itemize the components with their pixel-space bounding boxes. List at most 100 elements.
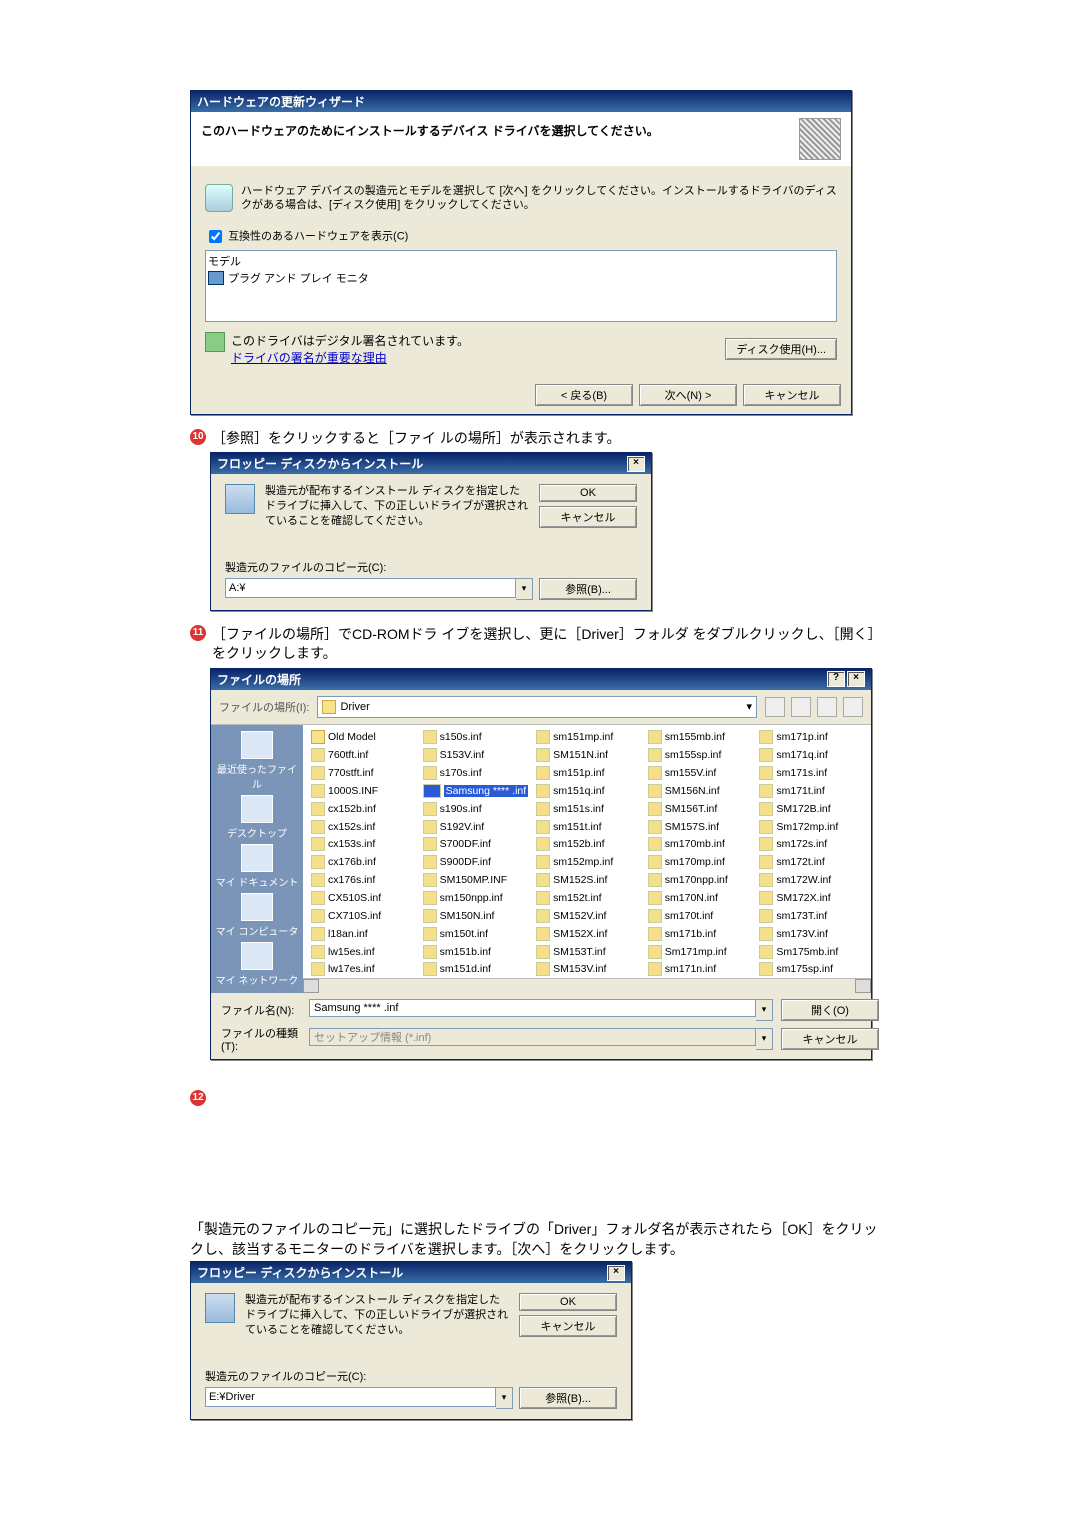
close-icon[interactable]: × xyxy=(847,671,865,687)
file-item[interactable]: sm155sp.inf xyxy=(648,747,752,764)
file-item[interactable]: sm170npp.inf xyxy=(648,872,752,889)
file-item[interactable]: sm171p.inf xyxy=(759,729,863,746)
file-item[interactable]: cx176s.inf xyxy=(311,872,415,889)
file-item[interactable]: CX510S.inf xyxy=(311,890,415,907)
file-item[interactable]: sm171t.inf xyxy=(759,782,863,799)
file-item[interactable]: S900DF.inf xyxy=(423,854,529,871)
back-button[interactable]: < 戻る(B) xyxy=(535,384,633,406)
filename-dropdown-icon[interactable]: ▾ xyxy=(756,999,773,1021)
places-item[interactable]: マイ ネットワーク xyxy=(216,942,299,987)
file-item[interactable]: sm150t.inf xyxy=(423,925,529,942)
file-item[interactable]: 770stft.inf xyxy=(311,765,415,782)
file-item[interactable]: sm173V.inf xyxy=(759,925,863,942)
close-icon[interactable]: × xyxy=(627,456,645,472)
places-item[interactable]: マイ ドキュメント xyxy=(216,844,299,889)
file-item[interactable]: s150s.inf xyxy=(423,729,529,746)
file-item[interactable]: sm172s.inf xyxy=(759,836,863,853)
close-icon[interactable]: × xyxy=(607,1265,625,1281)
file-list[interactable]: Old Models150s.infsm151mp.infsm155mb.inf… xyxy=(303,725,871,978)
file-item[interactable]: SM152V.inf xyxy=(536,907,640,924)
file-item[interactable]: cx153s.inf xyxy=(311,836,415,853)
file-item[interactable]: Sm175mb.inf xyxy=(759,943,863,960)
file-item[interactable]: sm170N.inf xyxy=(648,890,752,907)
file-item[interactable]: sm171b.inf xyxy=(648,925,752,942)
open-button[interactable]: 開く(O) xyxy=(781,999,879,1021)
file-item[interactable]: SM156T.inf xyxy=(648,800,752,817)
file-item[interactable]: Sm172mp.inf xyxy=(759,818,863,835)
browse-button[interactable]: 参照(B)... xyxy=(539,578,637,600)
file-item[interactable]: sm151s.inf xyxy=(536,800,640,817)
why-signing-link[interactable]: ドライバの署名が重要な理由 xyxy=(231,349,469,366)
file-item[interactable]: sm171q.inf xyxy=(759,747,863,764)
copy-from-dropdown-icon[interactable]: ▾ xyxy=(516,578,533,600)
file-item[interactable]: sm171s.inf xyxy=(759,765,863,782)
floppy1-cancel-button[interactable]: キャンセル xyxy=(539,506,637,528)
file-item[interactable]: sm151b.inf xyxy=(423,943,529,960)
file-item[interactable]: s170s.inf xyxy=(423,765,529,782)
file-item[interactable]: CX710S.inf xyxy=(311,907,415,924)
file-item[interactable]: SM153T.inf xyxy=(536,943,640,960)
floppy2-ok-button[interactable]: OK xyxy=(519,1293,617,1311)
cancel-button[interactable]: キャンセル xyxy=(743,384,841,406)
file-item[interactable]: sm170t.inf xyxy=(648,907,752,924)
places-item[interactable]: デスクトップ xyxy=(227,795,287,840)
file-item[interactable]: Samsung **** .inf xyxy=(423,782,529,799)
places-item[interactable]: 最近使ったファイル xyxy=(213,731,301,791)
file-item[interactable]: s190s.inf xyxy=(423,800,529,817)
new-folder-icon[interactable] xyxy=(817,697,837,717)
model-listbox[interactable]: モデル プラグ アンド プレイ モニタ xyxy=(205,250,837,322)
file-item[interactable]: SM153V.inf xyxy=(536,961,640,978)
file-item[interactable]: sm151d.inf xyxy=(423,961,529,978)
file-item[interactable]: sm175sp.inf xyxy=(759,961,863,978)
scroll-right-icon[interactable] xyxy=(855,979,871,993)
file-item[interactable]: S192V.inf xyxy=(423,818,529,835)
file-item[interactable]: sm152t.inf xyxy=(536,890,640,907)
file-item[interactable]: sm155mb.inf xyxy=(648,729,752,746)
file-item[interactable]: SM172B.inf xyxy=(759,800,863,817)
file-item[interactable]: cx152b.inf xyxy=(311,800,415,817)
file-item[interactable]: sm152b.inf xyxy=(536,836,640,853)
file-item[interactable]: SM152X.inf xyxy=(536,925,640,942)
horizontal-scrollbar[interactable] xyxy=(303,978,871,993)
have-disk-button[interactable]: ディスク使用(H)... xyxy=(725,338,837,360)
filename-input[interactable] xyxy=(309,999,756,1017)
file-item[interactable]: sm152mp.inf xyxy=(536,854,640,871)
floppy1-ok-button[interactable]: OK xyxy=(539,484,637,502)
file-item[interactable]: l18an.inf xyxy=(311,925,415,942)
compatible-hardware-checkbox[interactable] xyxy=(209,230,222,243)
file-item[interactable]: sm151p.inf xyxy=(536,765,640,782)
copy-from-input[interactable] xyxy=(225,578,516,598)
file-item[interactable]: lw17es.inf xyxy=(311,961,415,978)
file-item[interactable]: SM172X.inf xyxy=(759,890,863,907)
file-item[interactable]: sm172W.inf xyxy=(759,872,863,889)
file-item[interactable]: Old Model xyxy=(311,729,415,746)
file-item[interactable]: sm150npp.inf xyxy=(423,890,529,907)
file-item[interactable]: sm151t.inf xyxy=(536,818,640,835)
file-item[interactable]: sm170mb.inf xyxy=(648,836,752,853)
floppy2-cancel-button[interactable]: キャンセル xyxy=(519,1315,617,1337)
chevron-down-icon[interactable]: ▾ xyxy=(746,700,752,713)
file-item[interactable]: sm172t.inf xyxy=(759,854,863,871)
file-cancel-button[interactable]: キャンセル xyxy=(781,1028,879,1050)
file-item[interactable]: SM150MP.INF xyxy=(423,872,529,889)
up-folder-icon[interactable] xyxy=(791,697,811,717)
browse-button-2[interactable]: 参照(B)... xyxy=(519,1387,617,1409)
file-item[interactable]: SM157S.inf xyxy=(648,818,752,835)
file-item[interactable]: SM151N.inf xyxy=(536,747,640,764)
file-item[interactable]: Sm171mp.inf xyxy=(648,943,752,960)
copy-from-dropdown-icon-2[interactable]: ▾ xyxy=(496,1387,513,1409)
view-menu-icon[interactable] xyxy=(843,697,863,717)
file-item[interactable]: sm171n.inf xyxy=(648,961,752,978)
places-item[interactable]: マイ コンピュータ xyxy=(216,893,299,938)
back-nav-icon[interactable] xyxy=(765,697,785,717)
file-item[interactable]: 1000S.INF xyxy=(311,782,415,799)
look-in-combo[interactable]: Driver ▾ xyxy=(317,696,757,718)
file-item[interactable]: SM152S.inf xyxy=(536,872,640,889)
file-item[interactable]: SM150N.inf xyxy=(423,907,529,924)
file-item[interactable]: sm151q.inf xyxy=(536,782,640,799)
file-item[interactable]: cx152s.inf xyxy=(311,818,415,835)
next-button[interactable]: 次へ(N) > xyxy=(639,384,737,406)
file-item[interactable]: cx176b.inf xyxy=(311,854,415,871)
file-item[interactable]: S153V.inf xyxy=(423,747,529,764)
scroll-left-icon[interactable] xyxy=(303,979,319,993)
